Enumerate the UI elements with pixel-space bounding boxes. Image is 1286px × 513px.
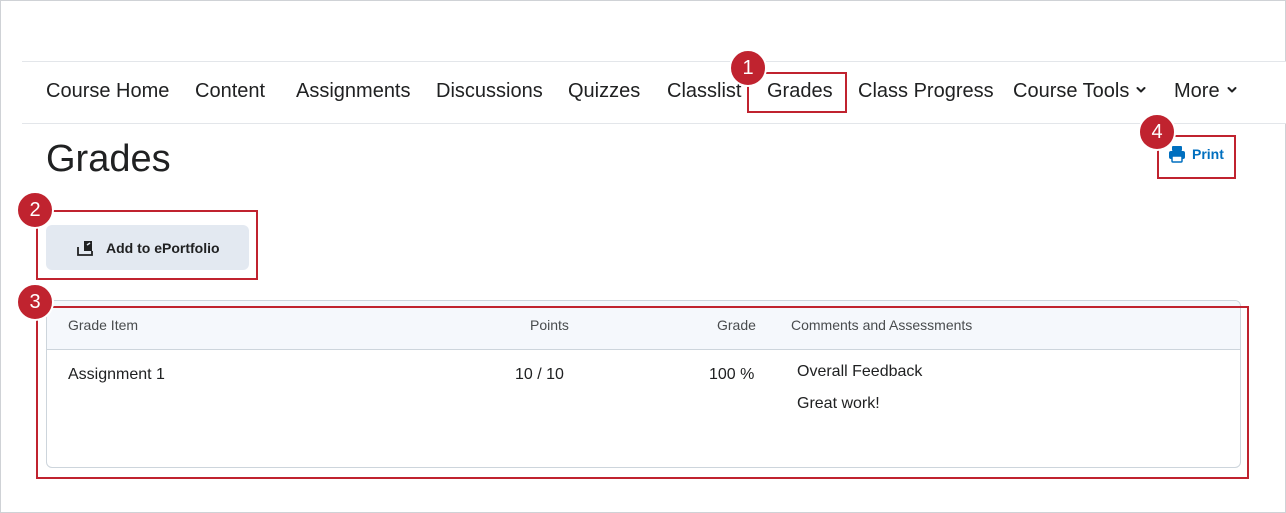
page-title: Grades	[46, 138, 171, 180]
callout-box-table	[36, 306, 1249, 479]
nav-discussions[interactable]: Discussions	[436, 80, 543, 103]
callout-box-eportfolio	[36, 210, 258, 280]
chevron-down-icon	[1227, 86, 1237, 93]
nav-course-tools[interactable]: Course Tools	[1013, 80, 1146, 103]
nav-more-label: More	[1174, 80, 1220, 102]
chevron-down-icon	[1136, 86, 1146, 93]
callout-badge-4: 4	[1138, 113, 1176, 151]
nav-course-tools-label: Course Tools	[1013, 80, 1130, 102]
nav-assignments[interactable]: Assignments	[296, 80, 411, 103]
nav-course-home[interactable]: Course Home	[46, 80, 169, 103]
nav-class-progress[interactable]: Class Progress	[858, 80, 994, 103]
callout-badge-2: 2	[16, 191, 54, 229]
callout-badge-1: 1	[729, 49, 767, 87]
nav-classlist[interactable]: Classlist	[667, 80, 741, 103]
nav-content[interactable]: Content	[195, 80, 265, 103]
callout-badge-3: 3	[16, 283, 54, 321]
nav-quizzes[interactable]: Quizzes	[568, 80, 640, 103]
course-navbar: Course Home Content Assignments Discussi…	[22, 61, 1286, 124]
nav-more[interactable]: More	[1174, 80, 1237, 103]
